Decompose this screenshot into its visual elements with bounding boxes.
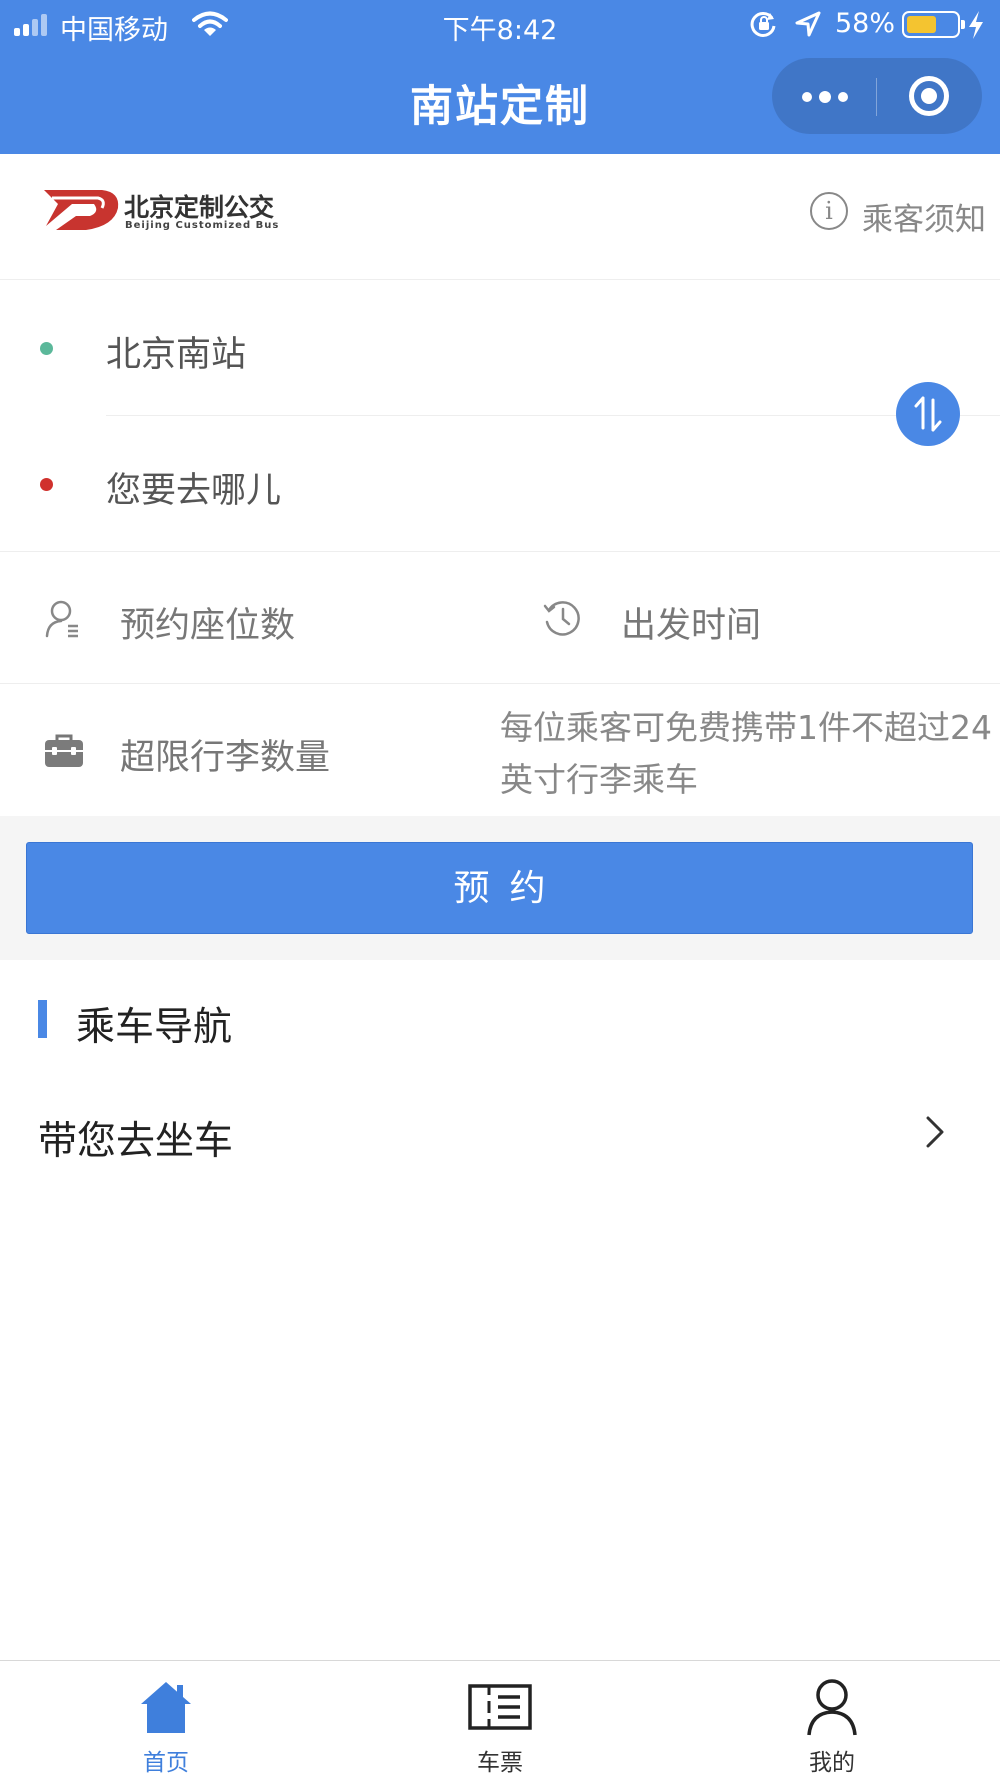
app-header: 中国移动 下午8:42 58% 南站定制 — [0, 0, 1000, 154]
bottom-tab-bar: 首页 车票 我的 — [0, 1660, 1000, 1777]
luggage-count-field[interactable]: 超限行李数量 — [0, 684, 490, 816]
seat-count-label: 预约座位数 — [120, 606, 296, 646]
swap-icon[interactable] — [896, 382, 960, 446]
departure-time-label: 出发时间 — [621, 606, 762, 646]
home-icon — [141, 1682, 191, 1733]
origin-dot — [40, 342, 53, 355]
seat-count-field[interactable]: 预约座位数 — [0, 552, 500, 684]
logo-name: 北京定制公交 — [124, 193, 275, 222]
clock-history-icon — [543, 601, 580, 636]
battery-icon — [902, 11, 965, 38]
location-arrow-icon — [795, 11, 821, 37]
user-icon — [807, 1679, 857, 1736]
mini-program-capsule — [772, 58, 982, 134]
origin-field[interactable]: 北京南站 — [0, 280, 1000, 414]
charging-bolt-icon — [969, 11, 983, 39]
tab-me[interactable]: 我的 — [762, 1661, 902, 1778]
destination-field[interactable]: 您要去哪儿 — [0, 416, 1000, 550]
tab-home[interactable]: 首页 — [96, 1661, 236, 1778]
take-me-to-bus-label: 带您去坐车 — [38, 1119, 234, 1164]
battery-percent: 58% — [835, 8, 896, 39]
booking-options-row: 预约座位数 出发时间 — [0, 552, 1000, 684]
tab-me-label: 我的 — [809, 1750, 855, 1776]
route-panel: 北京南站 您要去哪儿 — [0, 280, 1000, 552]
destination-dot — [40, 478, 53, 491]
take-me-to-bus-item[interactable]: 带您去坐车 — [0, 1080, 1000, 1188]
passenger-notice-label: 乘客须知 — [862, 202, 986, 238]
destination-placeholder: 您要去哪儿 — [106, 471, 282, 511]
ticket-icon — [468, 1684, 532, 1730]
suitcase-icon — [45, 734, 83, 767]
rotation-lock-icon — [750, 11, 776, 37]
brand-row: 北京定制公交 Beijing Customized Bus i 乘客须知 — [0, 154, 1000, 280]
chevron-right-icon — [926, 1116, 944, 1148]
bus-logo-icon — [44, 190, 119, 230]
tab-home-label: 首页 — [143, 1750, 189, 1776]
origin-text: 北京南站 — [106, 335, 247, 375]
info-icon: i — [810, 192, 848, 230]
tab-tickets-label: 车票 — [477, 1750, 523, 1776]
luggage-count-label: 超限行李数量 — [120, 738, 331, 778]
logo-subtitle: Beijing Customized Bus — [125, 220, 280, 231]
status-bar: 中国移动 下午8:42 58% — [0, 0, 1000, 50]
luggage-row: 超限行李数量 每位乘客可免费携带1件不超过24英寸行李乘车 — [0, 684, 1000, 816]
tab-tickets[interactable]: 车票 — [430, 1661, 570, 1778]
more-dots-icon[interactable] — [772, 58, 876, 134]
departure-time-field[interactable]: 出发时间 — [500, 552, 1000, 684]
book-button[interactable]: 预约 — [26, 842, 973, 934]
target-circle-icon[interactable] — [877, 58, 982, 134]
section-accent-bar — [38, 1000, 47, 1038]
person-list-icon — [45, 600, 78, 638]
guide-section-title: 乘车导航 — [76, 1005, 233, 1050]
luggage-note: 每位乘客可免费携带1件不超过24英寸行李乘车 — [500, 708, 992, 799]
